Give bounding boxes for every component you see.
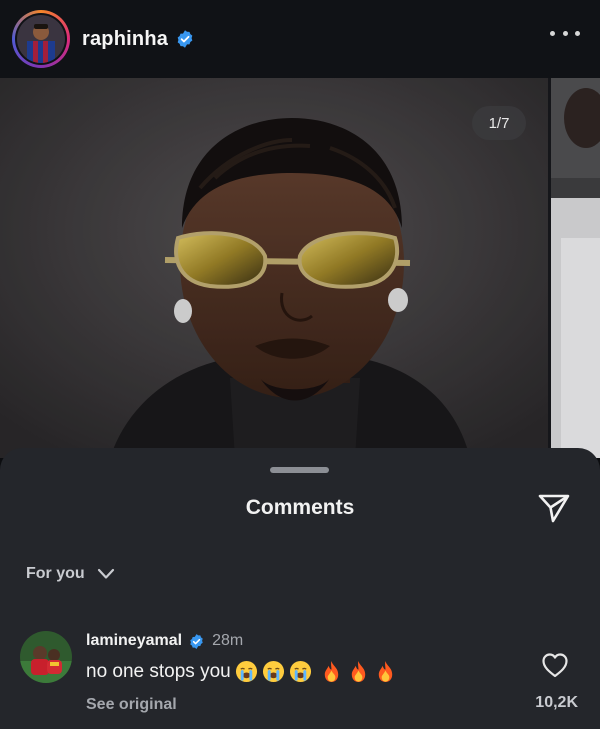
comment-sort-dropdown[interactable]: For you <box>26 565 115 583</box>
verified-badge-icon <box>190 633 203 649</box>
profile-avatar-story-ring[interactable] <box>12 10 70 68</box>
comment-text: no one stops you <box>86 660 231 682</box>
verified-badge-icon <box>177 30 193 48</box>
post-author-username[interactable]: raphinha <box>82 28 168 51</box>
post-photo[interactable] <box>0 78 548 458</box>
comments-title: Comments <box>245 496 355 519</box>
fire-icon <box>351 660 365 683</box>
comments-sheet: Comments For you lamineyamal 28m no one … <box>0 448 600 729</box>
chevron-down-icon <box>97 568 114 579</box>
post-media-carousel[interactable]: 1/7 <box>0 78 600 458</box>
carousel-counter: 1/7 <box>472 106 526 140</box>
loudly-crying-face-icon <box>262 660 284 683</box>
like-count: 10,2K <box>535 694 578 711</box>
send-icon[interactable] <box>536 490 572 526</box>
next-photo-preview[interactable] <box>551 78 600 458</box>
post-screen: raphinha 1/7 Comments For you lamineyama… <box>0 0 600 729</box>
sheet-drag-handle[interactable] <box>270 467 329 473</box>
avatar[interactable] <box>20 631 72 683</box>
post-header: raphinha <box>0 0 600 78</box>
comment-text-row: no one stops you <box>86 660 397 683</box>
heart-outline-icon[interactable] <box>541 652 569 678</box>
comment-timestamp: 28m <box>212 632 244 649</box>
fire-icon <box>378 660 392 683</box>
fire-icon <box>324 660 338 683</box>
comment-item: lamineyamal 28m no one stops you See ori… <box>0 628 600 729</box>
see-original-link[interactable]: See original <box>86 696 177 714</box>
loudly-crying-face-icon <box>235 660 257 683</box>
more-horizontal-icon[interactable] <box>550 26 580 40</box>
avatar <box>17 15 65 63</box>
loudly-crying-face-icon <box>289 660 311 683</box>
sort-label: For you <box>26 565 85 582</box>
comment-username[interactable]: lamineyamal <box>86 632 182 650</box>
